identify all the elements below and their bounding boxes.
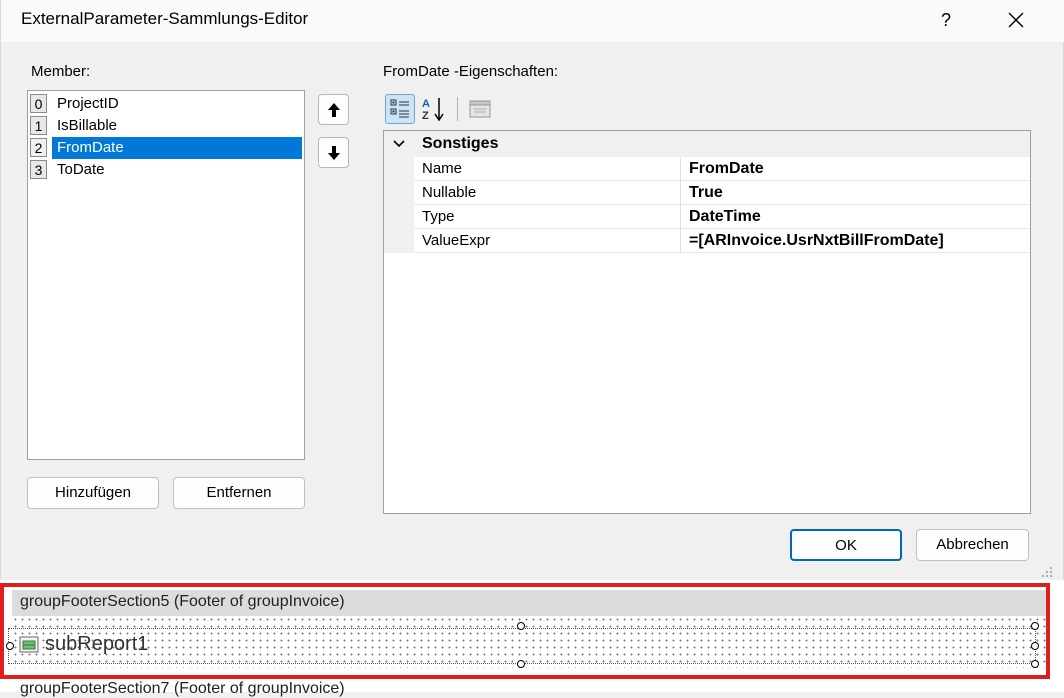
svg-text:A: A [422,98,430,110]
close-icon [1008,12,1024,28]
member-label: Member: [31,63,91,80]
collection-editor-dialog: ExternalParameter-Sammlungs-Editor ? Mem… [0,0,1064,580]
property-value[interactable]: DateTime [689,205,761,229]
property-row[interactable]: ValueExpr =[ARInvoice.UsrNxtBillFromDate… [384,229,1030,253]
help-button[interactable]: ? [927,0,965,40]
cancel-button[interactable]: Abbrechen [916,529,1029,561]
svg-text:Z: Z [422,110,429,122]
resize-handle[interactable] [1031,642,1039,650]
property-value[interactable]: True [689,181,723,205]
properties-label: FromDate -Eigenschaften: [383,63,559,80]
row-gutter [384,229,414,253]
member-list[interactable]: 0 ProjectID 1 IsBillable 2 FromDate 3 To… [27,90,305,460]
property-value[interactable]: =[ARInvoice.UsrNxtBillFromDate] [689,229,944,253]
property-toolbar: A Z [385,94,585,124]
item-index: 2 [30,138,47,157]
row-gutter [384,205,414,229]
column-divider [680,157,681,181]
resize-handle[interactable] [517,660,525,668]
item-name: ToDate [57,161,105,178]
item-name: IsBillable [57,117,118,134]
list-item[interactable]: 0 ProjectID [30,93,302,115]
section-label: groupFooterSection5 (Footer of groupInvo… [20,593,345,610]
group-footer-section-header[interactable]: groupFooterSection5 (Footer of groupInvo… [12,590,1050,616]
property-name: Nullable [422,184,477,201]
category-row[interactable]: Sonstiges [384,131,1030,157]
alphabetical-view-button[interactable]: A Z [419,94,449,124]
toolbar-separator [457,97,458,121]
property-row[interactable]: Nullable True [384,181,1030,205]
column-divider [680,229,681,253]
resize-handle[interactable] [1031,660,1039,668]
subreport-control[interactable]: subReport1 [8,628,1036,664]
item-index: 0 [30,94,47,113]
add-button[interactable]: Hinzufügen [27,477,159,509]
resize-handle[interactable] [517,622,525,630]
list-item[interactable]: 1 IsBillable [30,115,302,137]
title-bar: ExternalParameter-Sammlungs-Editor ? [1,0,1064,42]
column-divider [680,205,681,229]
item-name: FromDate [52,137,302,159]
row-gutter [384,157,414,181]
resize-handle[interactable] [1031,622,1039,630]
category-label: Sonstiges [422,135,499,152]
window-title: ExternalParameter-Sammlungs-Editor [21,9,309,28]
remove-button[interactable]: Entfernen [173,477,305,509]
property-name: Name [422,160,463,177]
property-row[interactable]: Name FromDate [384,157,1030,181]
item-index: 1 [30,116,47,135]
move-up-button[interactable] [318,94,349,125]
property-name: Type [422,208,455,225]
item-name: ProjectID [57,95,119,112]
column-divider [680,181,681,205]
property-pages-button[interactable] [465,94,495,124]
categorized-icon [390,99,409,118]
arrow-down-icon [328,146,340,160]
resize-grip-icon[interactable] [1041,566,1053,578]
property-row[interactable]: Type DateTime [384,205,1030,229]
categorized-view-button[interactable] [385,94,415,124]
subreport-icon [19,636,39,653]
property-grid[interactable]: Sonstiges Name FromDate Nullable True Ty… [383,130,1031,514]
resize-handle[interactable] [6,642,14,650]
arrow-up-icon [328,103,340,117]
property-value[interactable]: FromDate [689,157,764,181]
list-item[interactable]: 3 ToDate [30,159,302,181]
list-item-selected[interactable]: 2 FromDate [30,137,302,159]
close-button[interactable] [993,0,1039,40]
subreport-label: subReport1 [45,633,149,655]
sort-az-icon: A Z [422,98,444,122]
section-label-next: groupFooterSection7 (Footer of groupInvo… [20,680,345,697]
row-gutter [384,181,414,205]
chevron-down-icon[interactable] [392,137,406,151]
move-down-button[interactable] [318,137,349,168]
ok-button[interactable]: OK [790,529,902,561]
property-name: ValueExpr [422,232,491,249]
property-pages-icon [469,100,491,118]
item-index: 3 [30,160,47,179]
